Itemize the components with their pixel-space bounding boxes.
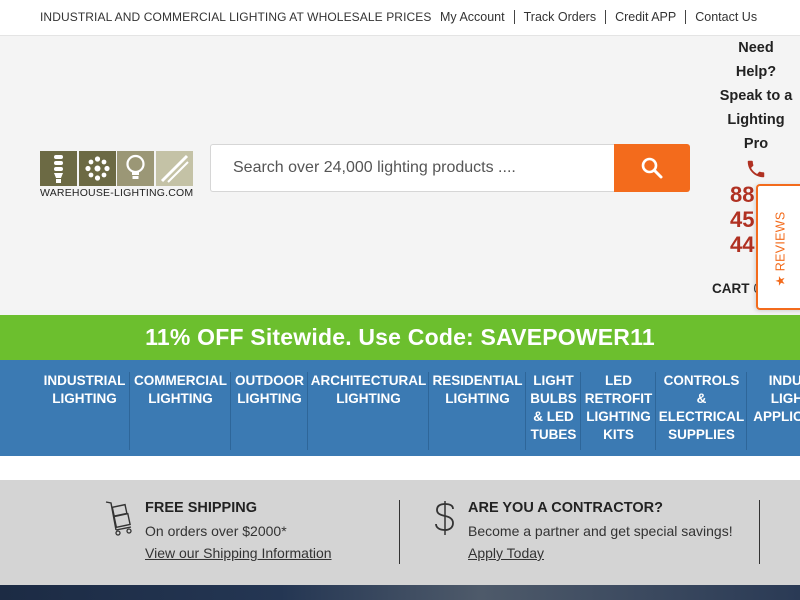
nav-label-line: LIGHTING [336,391,401,406]
phone-icon [712,158,800,182]
category-nav: INDUSTRIAL LIGHTING COMMERCIAL LIGHTING … [0,360,800,456]
help-line: Help? [735,64,777,80]
nav-label-line: KITS [603,427,634,442]
nav-label-line: & [696,391,707,406]
promo-banner[interactable]: 11% OFF Sitewide. Use Code: SAVEPOWER11 [0,315,800,360]
nav-label-line: LIGHTING [586,409,651,424]
nav-label-line: INDUSTRY [768,373,800,388]
search-button[interactable] [614,144,690,192]
info-divider [759,500,760,564]
cart-link[interactable]: CART0 [712,281,761,296]
nav-architectural-lighting[interactable]: ARCHITECTURAL LIGHTING [309,372,429,450]
help-line: Speak to a [719,88,793,104]
nav-label-line: RETROFIT [584,391,653,406]
free-shipping-subtitle: On orders over $2000* [145,523,287,539]
site-tagline: INDUSTRIAL AND COMMERCIAL LIGHTING AT WH… [40,10,432,24]
nav-commercial-lighting[interactable]: COMMERCIAL LIGHTING [131,372,231,450]
utility-links: My Account Track Orders Credit APP Conta… [433,10,766,24]
track-orders-link[interactable]: Track Orders [513,10,605,24]
logo-wordmark: WAREHOUSE-LIGHTING.COM [40,187,194,199]
nav-label-line: BULBS [530,391,577,406]
search-icon [641,157,663,179]
nav-led-retrofit-kits[interactable]: LED RETROFIT LIGHTING KITS [582,372,656,450]
search-bar [210,144,690,192]
site-logo[interactable]: WAREHOUSE-LIGHTING.COM [40,151,194,199]
nav-residential-lighting[interactable]: RESIDENTIAL LIGHTING [430,372,526,450]
help-line: Need [738,40,774,56]
nav-label-line: LIGHTING [770,391,800,406]
nav-label-line: COMMERCIAL [134,373,227,388]
help-line: Pro [743,136,769,152]
logo-cfl-bulb-icon [40,151,77,186]
nav-industry-lighting-applications[interactable]: INDUSTRY LIGHTING APPLICATIONS [748,372,800,450]
nav-label-line: CONTROLS [663,373,740,388]
top-utility-bar: INDUSTRIAL AND COMMERCIAL LIGHTING AT WH… [0,0,800,36]
nav-label-line: APPLICATIONS [753,409,800,424]
my-account-link[interactable]: My Account [433,10,514,24]
nav-light-bulbs-led-tubes[interactable]: LIGHT BULBS & LED TUBES [527,372,581,450]
nav-label-line: ELECTRICAL [658,409,745,424]
nav-label-line: LIGHTING [148,391,213,406]
cart-label: CART [712,281,750,296]
help-text: Need Help? Speak to a Lighting Pro [712,36,800,156]
help-line: Lighting [727,112,785,128]
nav-label-line: INDUSTRIAL [43,373,126,388]
contractor-subtitle: Become a partner and get special savings… [468,523,733,539]
nav-label-line: LIGHTING [237,391,302,406]
nav-label-line: & LED [533,409,574,424]
free-shipping-title: FREE SHIPPING [145,500,257,516]
info-divider [399,500,400,564]
apply-today-link[interactable]: Apply Today [468,545,544,561]
logo-led-array-icon [78,151,116,186]
logo-graphic [40,151,193,186]
shipping-dolly-icon [105,501,132,536]
nav-label-line: TUBES [530,427,577,442]
nav-label-line: SUPPLIES [668,427,735,442]
shipping-info-link[interactable]: View our Shipping Information [145,545,332,561]
contact-us-link[interactable]: Contact Us [685,10,766,24]
nav-label-line: LED [605,373,632,388]
spacer [0,456,800,480]
nav-label-line: ARCHITECTURAL [310,373,427,388]
nav-industrial-lighting[interactable]: INDUSTRIAL LIGHTING [40,372,130,450]
site-header: WAREHOUSE-LIGHTING.COM Need Help? Speak … [0,36,800,315]
logo-tube-icon [155,151,193,186]
contractor-title: ARE YOU A CONTRACTOR? [468,500,663,516]
nav-label-line: OUTDOOR [235,373,304,388]
nav-label-line: LIGHTING [445,391,510,406]
promo-text: 11% OFF Sitewide. Use Code: SAVEPOWER11 [145,324,655,350]
search-input[interactable] [210,144,614,192]
dollar-icon [435,501,454,535]
nav-label-line: LIGHTING [52,391,117,406]
credit-app-link[interactable]: Credit APP [605,10,685,24]
logo-bulb-icon [117,151,154,186]
reviews-tab[interactable]: ★ REVIEWS [756,184,800,310]
reviews-tab-label: ★ REVIEWS [773,211,788,287]
hero-banner-image[interactable] [0,585,800,600]
nav-label-line: RESIDENTIAL [432,373,523,388]
nav-label-line: LIGHT [533,373,574,388]
nav-controls-electrical-supplies[interactable]: CONTROLS & ELECTRICAL SUPPLIES [657,372,747,450]
nav-outdoor-lighting[interactable]: OUTDOOR LIGHTING [232,372,308,450]
